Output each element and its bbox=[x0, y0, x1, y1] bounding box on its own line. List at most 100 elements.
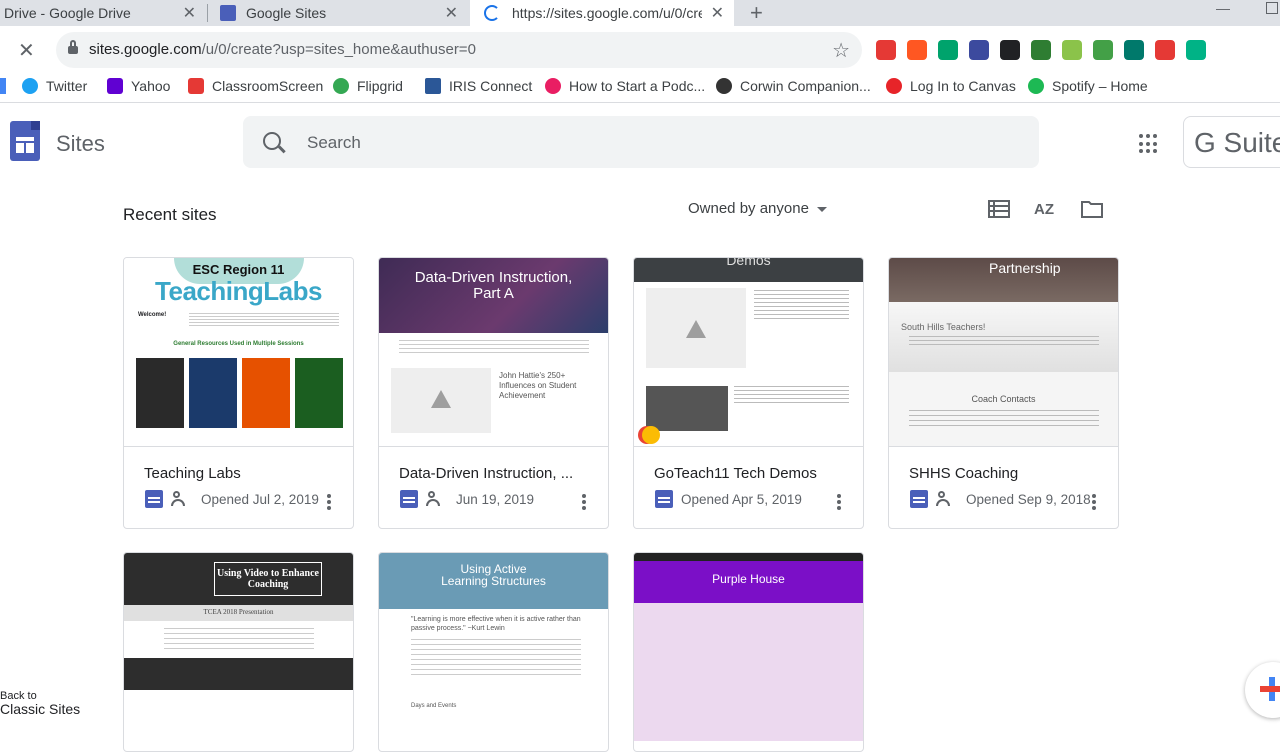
extension-icon[interactable] bbox=[1000, 40, 1020, 60]
site-card-video-coaching[interactable]: Using Video to Enhance Coaching TCEA 201… bbox=[123, 552, 354, 752]
search-bar[interactable] bbox=[243, 116, 1039, 168]
owner-filter-label: Owned by anyone bbox=[688, 200, 809, 217]
tab-active-create[interactable]: https://sites.google.com/u/0/cre ✕ bbox=[470, 0, 734, 26]
minimize-icon[interactable]: — bbox=[1216, 0, 1230, 16]
bookmark-flipgrid[interactable]: Flipgrid bbox=[333, 78, 403, 94]
bookmark-label: IRIS Connect bbox=[449, 78, 533, 94]
thumb-text-lines bbox=[909, 336, 1099, 348]
site-card-shhs-coaching[interactable]: Partnership South Hills Teachers! Coach … bbox=[888, 257, 1119, 529]
bookmark-yahoo[interactable]: Yahoo bbox=[107, 78, 170, 94]
bookmark-twitter[interactable]: Twitter bbox=[22, 78, 87, 94]
apps-grid-icon[interactable] bbox=[1139, 134, 1159, 154]
thumb-image-placeholder bbox=[391, 368, 491, 433]
site-title[interactable]: Teaching Labs bbox=[144, 465, 241, 482]
more-options-icon[interactable] bbox=[582, 494, 586, 510]
extension-icon[interactable] bbox=[1093, 40, 1113, 60]
card-divider bbox=[379, 446, 608, 447]
site-card-goteach11[interactable]: Demos GoTeach11 Tech Demos Opened Apr 5,… bbox=[633, 257, 864, 529]
site-thumbnail[interactable]: Data-Driven Instruction, Part A John Hat… bbox=[379, 258, 608, 446]
tab-google-sites[interactable]: Google Sites ✕ bbox=[208, 0, 468, 26]
more-options-icon[interactable] bbox=[327, 494, 331, 510]
extension-icon[interactable] bbox=[938, 40, 958, 60]
list-view-icon[interactable] bbox=[987, 198, 1011, 220]
site-meta: Opened Sep 9, 2018 bbox=[910, 490, 1091, 508]
site-title[interactable]: SHHS Coaching bbox=[909, 465, 1018, 482]
site-title[interactable]: Data-Driven Instruction, ... bbox=[399, 465, 573, 482]
site-thumbnail[interactable]: Partnership South Hills Teachers! Coach … bbox=[889, 258, 1118, 446]
bookmark-label: Log In to Canvas bbox=[910, 78, 1016, 94]
site-thumbnail[interactable]: Using Active Learning Structures "Learni… bbox=[379, 553, 608, 741]
close-icon[interactable]: ✕ bbox=[183, 3, 196, 23]
tab-label: https://sites.google.com/u/0/cre bbox=[512, 5, 702, 21]
site-type-icon bbox=[910, 490, 928, 508]
tab-google-drive[interactable]: Drive - Google Drive ✕ bbox=[0, 0, 206, 26]
folder-icon[interactable] bbox=[1080, 198, 1104, 220]
extension-icon[interactable] bbox=[1124, 40, 1144, 60]
new-tab-icon[interactable]: + bbox=[750, 0, 763, 26]
canvas-icon bbox=[886, 78, 902, 94]
site-thumbnail[interactable]: Using Video to Enhance Coaching TCEA 201… bbox=[124, 553, 353, 741]
site-thumbnail[interactable]: ESC Region 11 TeachingLabs Welcome! Gene… bbox=[124, 258, 353, 446]
site-thumbnail[interactable]: Demos bbox=[634, 258, 863, 446]
loading-spinner-icon bbox=[484, 5, 500, 21]
book-cover bbox=[136, 358, 184, 428]
close-icon[interactable]: ✕ bbox=[711, 3, 724, 23]
thumb-text-lines bbox=[399, 340, 589, 356]
extension-icon[interactable] bbox=[1155, 40, 1175, 60]
bookmark-icon bbox=[0, 78, 6, 94]
bookmark-partial[interactable] bbox=[0, 78, 6, 94]
thumb-text-lines bbox=[164, 628, 314, 650]
shared-people-icon bbox=[936, 491, 956, 507]
close-icon[interactable]: ✕ bbox=[445, 3, 458, 23]
bookmark-canvas[interactable]: Log In to Canvas bbox=[886, 78, 1016, 94]
url-path: /u/0/create?usp=sites_home&authuser=0 bbox=[201, 41, 476, 58]
sort-az-icon[interactable]: AZ bbox=[1033, 198, 1057, 220]
bookmark-podcast[interactable]: How to Start a Podc... bbox=[545, 78, 705, 94]
extension-icon[interactable] bbox=[1062, 40, 1082, 60]
drive-icon bbox=[686, 320, 706, 338]
corwin-icon bbox=[716, 78, 732, 94]
book-cover bbox=[189, 358, 237, 428]
classic-label: Classic Sites bbox=[0, 701, 81, 717]
site-card-active-learning[interactable]: Using Active Learning Structures "Learni… bbox=[378, 552, 609, 752]
back-to-classic-sites-link[interactable]: Back to Classic Sites bbox=[0, 690, 80, 716]
gsuite-logo[interactable]: G Suite bbox=[1183, 116, 1280, 168]
omnibox[interactable]: sites.google.com/u/0/create?usp=sites_ho… bbox=[56, 32, 862, 68]
stop-loading-icon[interactable]: ✕ bbox=[18, 38, 35, 63]
extension-icon[interactable] bbox=[969, 40, 989, 60]
bookmark-corwin[interactable]: Corwin Companion... bbox=[716, 78, 871, 94]
site-card-data-driven[interactable]: Data-Driven Instruction, Part A John Hat… bbox=[378, 257, 609, 529]
lock-icon[interactable] bbox=[68, 40, 78, 54]
bookmark-label: Flipgrid bbox=[357, 78, 403, 94]
thumb-subheading: TeachingLabs bbox=[155, 276, 322, 306]
create-site-button[interactable] bbox=[1245, 662, 1280, 718]
owner-filter-dropdown[interactable]: Owned by anyone bbox=[688, 200, 827, 217]
extension-icon[interactable] bbox=[1031, 40, 1051, 60]
extension-icon[interactable] bbox=[1186, 40, 1206, 60]
site-card-purple-house[interactable]: Purple House bbox=[633, 552, 864, 752]
search-input[interactable] bbox=[305, 130, 1009, 156]
extension-icon[interactable] bbox=[907, 40, 927, 60]
extension-icon[interactable] bbox=[876, 40, 896, 60]
thumb-image-placeholder bbox=[646, 288, 746, 368]
site-title[interactable]: GoTeach11 Tech Demos bbox=[654, 465, 817, 482]
bookmark-label: How to Start a Podc... bbox=[569, 78, 706, 94]
dropdown-caret-icon bbox=[816, 206, 827, 212]
url-text[interactable]: sites.google.com/u/0/create?usp=sites_ho… bbox=[89, 41, 476, 58]
spotify-icon bbox=[1028, 78, 1044, 94]
more-options-icon[interactable] bbox=[837, 494, 841, 510]
site-card-teaching-labs[interactable]: ESC Region 11 TeachingLabs Welcome! Gene… bbox=[123, 257, 354, 529]
bookmark-classroomscreen[interactable]: ClassroomScreen bbox=[188, 78, 323, 94]
maximize-icon[interactable] bbox=[1266, 2, 1278, 14]
site-thumbnail[interactable]: Purple House bbox=[634, 553, 863, 741]
search-icon[interactable] bbox=[263, 132, 281, 150]
app-title[interactable]: Sites bbox=[56, 131, 105, 157]
bookmark-iris-connect[interactable]: IRIS Connect bbox=[425, 78, 532, 94]
sites-header: Sites G Suite bbox=[0, 104, 1280, 180]
thumb-text-lines bbox=[909, 410, 1099, 430]
more-options-icon[interactable] bbox=[1092, 494, 1096, 510]
sites-logo-icon[interactable] bbox=[10, 121, 40, 161]
bookmark-spotify[interactable]: Spotify – Home bbox=[1028, 78, 1148, 94]
bookmark-label: Twitter bbox=[46, 78, 88, 94]
bookmark-star-icon[interactable]: ☆ bbox=[832, 38, 850, 63]
